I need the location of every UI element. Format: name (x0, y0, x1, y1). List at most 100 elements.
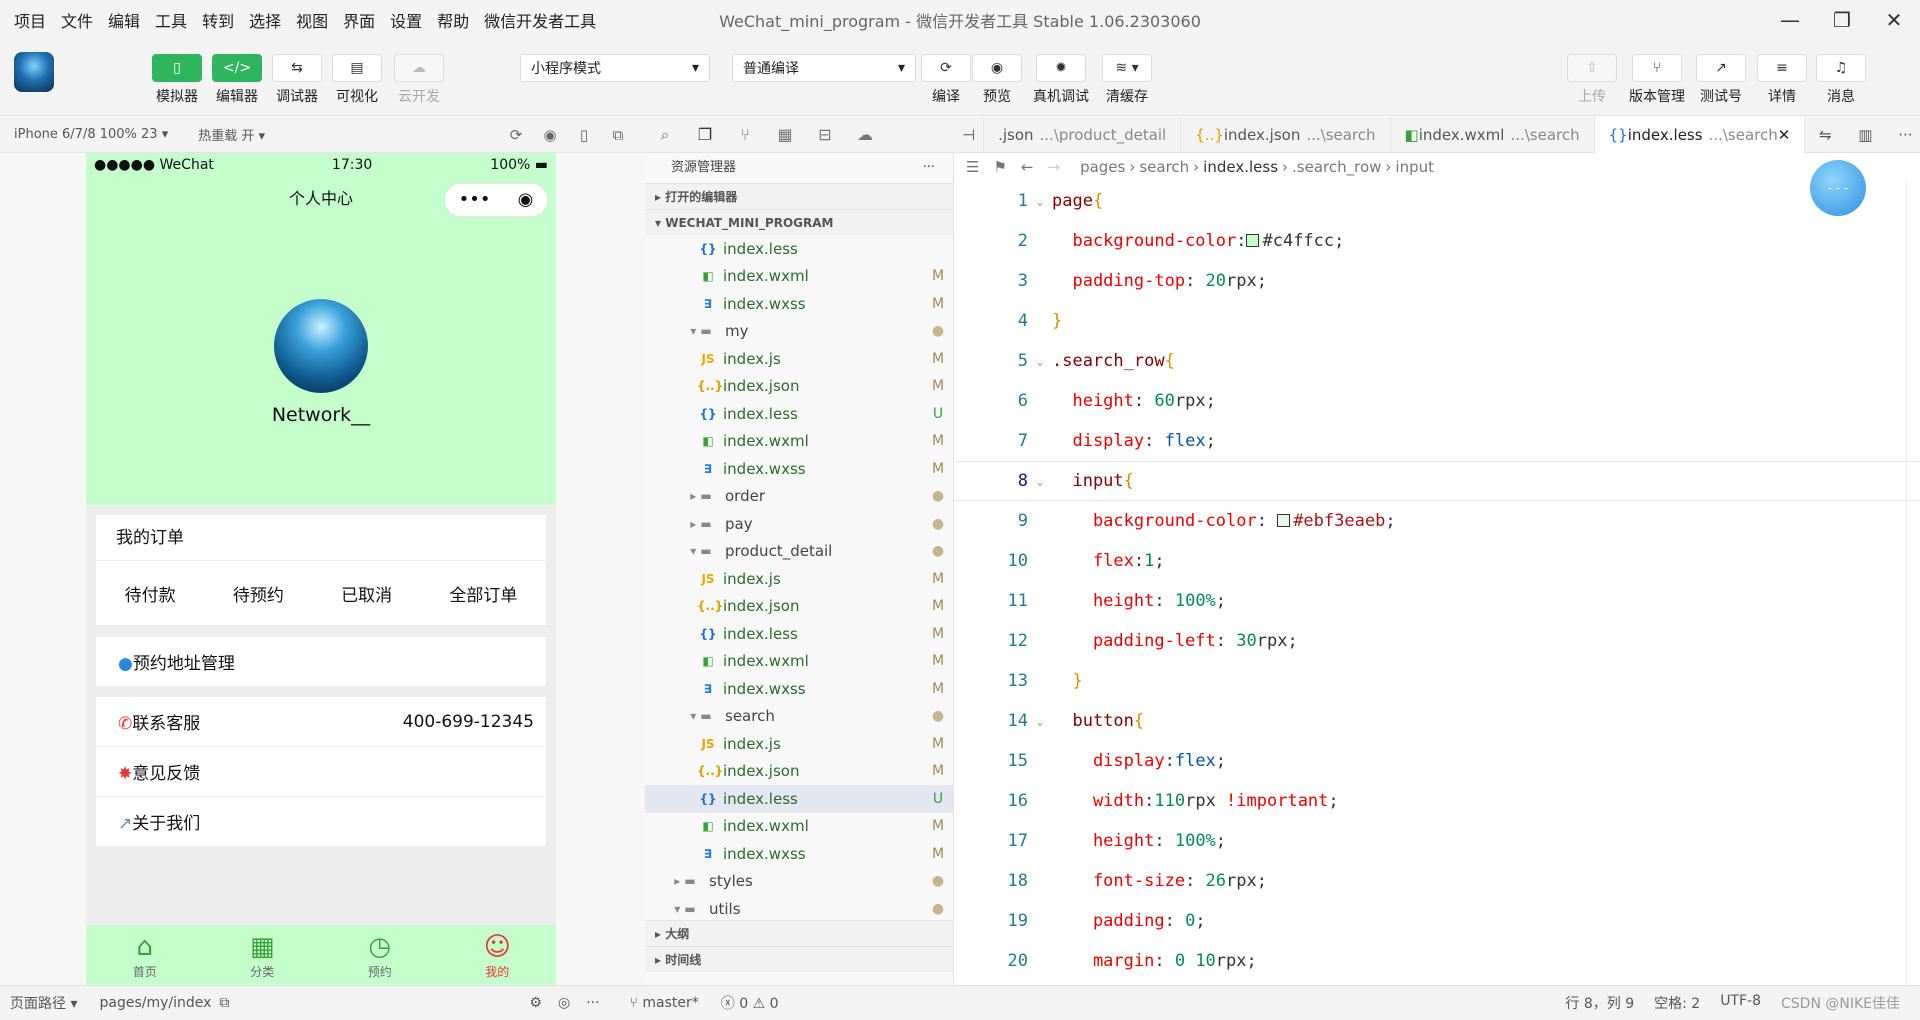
tab-clock[interactable]: ◷ 预约 (340, 931, 420, 980)
capsule-button[interactable]: ••• ◉ (444, 183, 548, 217)
compare-icon[interactable]: ⇋ (1805, 126, 1845, 144)
close-icon[interactable]: ✕ (1868, 0, 1920, 40)
breadcrumb-item[interactable]: input (1395, 158, 1434, 176)
menu-item[interactable]: 转到 (202, 8, 234, 32)
assistant-ball-icon[interactable]: - - - (1810, 160, 1866, 216)
tree-item[interactable]: ∃ index.wxss M (645, 840, 953, 868)
breadcrumb-item[interactable]: .search_row (1292, 158, 1381, 176)
source-control-icon[interactable]: ⑂ (725, 125, 765, 144)
breadcrumb-item[interactable]: search (1139, 158, 1189, 176)
cursor-position[interactable]: 行 8，列 9 (1565, 993, 1634, 1013)
hot-reload-toggle[interactable]: 热重载 开 ▾ (198, 125, 265, 144)
color-swatch[interactable] (1277, 514, 1291, 527)
restore-icon[interactable]: ❐ (1816, 0, 1868, 40)
tree-item[interactable]: {} index.less U (645, 785, 953, 813)
stop-icon[interactable]: ◉ (533, 126, 567, 144)
menu-item[interactable]: 工具 (155, 8, 187, 32)
menu-item[interactable]: 文件 (61, 8, 93, 32)
project-section[interactable]: ▾ WECHAT_MINI_PROGRAM (645, 209, 953, 235)
eye-icon[interactable]: ◎ (558, 995, 570, 1011)
about-item[interactable]: ↗关于我们 (96, 797, 546, 847)
menu-item[interactable]: 帮助 (437, 8, 469, 32)
toolbar-button-phone[interactable]: ▯ 模拟器 (148, 54, 206, 106)
code-editor[interactable]: 1 ⌄ page{2 background-color: #c4ffcc; 3 padd… (954, 181, 1920, 985)
popout-icon[interactable]: ⧉ (601, 126, 635, 144)
tree-item[interactable]: ∃ index.wxss M (645, 675, 953, 703)
debug-icon[interactable]: ⚙ (529, 995, 542, 1011)
menu-item[interactable]: 视图 (296, 8, 328, 32)
toolbar-button-upload[interactable]: ⇧ 上传 (1563, 54, 1621, 106)
toolbar-button-layers[interactable]: ≋ ▾ 清缓存 (1098, 54, 1156, 106)
outline-section[interactable]: ▸ 大纲 (645, 920, 953, 946)
split-editor-icon[interactable]: ▥ (1845, 126, 1885, 144)
menu-item[interactable]: 编辑 (108, 8, 140, 32)
service-item[interactable]: ✆联系客服 400-699-12345 (96, 697, 546, 747)
tree-item[interactable]: ◧ index.wxml M (645, 648, 953, 676)
tree-item[interactable]: ▸ ▬ pay ● (645, 510, 953, 538)
tree-item[interactable]: ▸ ▬ styles ● (645, 868, 953, 896)
toolbar-button-debug[interactable]: ⇆ 调试器 (268, 54, 326, 106)
back-icon[interactable]: ← (1021, 158, 1034, 176)
breadcrumb-item[interactable]: pages (1080, 158, 1125, 176)
toolbar-button-refresh[interactable]: ⟳ 编译 (917, 54, 975, 106)
tree-item[interactable]: JS index.js M (645, 345, 953, 373)
editor-tab[interactable]: ◧ index.wxml ...\search (1391, 116, 1595, 153)
scrollbar[interactable] (1906, 181, 1920, 985)
docker-icon[interactable]: ☁ (845, 125, 885, 144)
tree-item[interactable]: ∃ index.wxss M (645, 455, 953, 483)
open-editors-section[interactable]: ▸ 打开的编辑器 (645, 183, 953, 209)
tab-person[interactable]: ☺ 我的 (457, 931, 537, 980)
minimize-icon[interactable]: — (1764, 0, 1816, 40)
more-actions-icon[interactable]: ··· (923, 153, 935, 183)
toolbar-button-layout[interactable]: ▤ 可视化 (328, 54, 386, 106)
split-left-icon[interactable]: ⊣ (954, 116, 985, 153)
toolbar-button-bell[interactable]: ♫ 消息 (1812, 54, 1870, 106)
tree-item[interactable]: JS index.js M (645, 730, 953, 758)
extensions-icon[interactable]: ▦ (765, 125, 805, 144)
tree-item[interactable]: ▾ ▬ search ● (645, 703, 953, 731)
toolbar-button-branch[interactable]: ⑂ 版本管理 (1628, 54, 1686, 106)
device-select[interactable]: iPhone 6/7/8 100% 23 ▾ (14, 127, 168, 142)
tree-item[interactable]: {} index.less U (645, 400, 953, 428)
timeline-section[interactable]: ▸ 时间线 (645, 946, 953, 972)
tree-item[interactable]: {..} index.json M (645, 758, 953, 786)
menu-item[interactable]: 界面 (343, 8, 375, 32)
address-item[interactable]: ●预约地址管理 (96, 637, 546, 687)
list-icon[interactable]: ☰ (966, 158, 979, 176)
files-icon[interactable]: ❐ (685, 125, 725, 144)
avatar[interactable] (274, 299, 368, 393)
compile-select[interactable]: 普通编译 ▾ (732, 54, 916, 82)
toolbar-button-menu[interactable]: ≡ 详情 (1753, 54, 1811, 106)
search-icon[interactable]: ⌕ (645, 125, 685, 145)
tree-item[interactable]: {} index.less M (645, 620, 953, 648)
tree-item[interactable]: ◧ index.wxml M (645, 813, 953, 841)
toolbar-button-code[interactable]: </> 编辑器 (208, 54, 266, 106)
mode-select[interactable]: 小程序模式 ▾ (520, 54, 710, 82)
copy-icon[interactable]: ⧉ (219, 995, 229, 1011)
order-tab[interactable]: 全部订单 (449, 581, 517, 606)
tab-grid[interactable]: ▦ 分类 (222, 931, 302, 980)
toolbar-button-eye[interactable]: ◉ 预览 (968, 54, 1026, 106)
tree-item[interactable]: {..} index.json M (645, 373, 953, 401)
branch-indicator[interactable]: ⑂ master* (630, 995, 699, 1011)
toolbar-button-external-link[interactable]: ↗ 测试号 (1692, 54, 1750, 106)
fold-chevron-icon[interactable]: ⌄ (1028, 715, 1052, 728)
tree-item[interactable]: {..} index.json M (645, 593, 953, 621)
toolbar-button-cloud[interactable]: ☁ 云开发 (390, 54, 448, 106)
order-tab[interactable]: 待预约 (233, 581, 284, 606)
editor-tab[interactable]: .json ...\product_detail (984, 116, 1182, 153)
reload-icon[interactable]: ⟳ (499, 126, 533, 144)
more-icon[interactable]: ••• (459, 178, 491, 222)
fold-chevron-icon[interactable]: ⌄ (1028, 355, 1052, 368)
menu-item[interactable]: 微信开发者工具 (484, 8, 596, 32)
feedback-item[interactable]: ✸意见反馈 (96, 747, 546, 797)
encoding[interactable]: UTF-8 (1720, 993, 1761, 1013)
order-tab[interactable]: 待付款 (125, 581, 176, 606)
close-tab-icon[interactable]: ✕ (1778, 126, 1791, 144)
indentation[interactable]: 空格: 2 (1654, 993, 1700, 1013)
toolbar-button-bug[interactable]: ✹ 真机调试 (1032, 54, 1090, 106)
fold-chevron-icon[interactable]: ⌄ (1028, 475, 1052, 488)
tab-home[interactable]: ⌂ 首页 (105, 931, 185, 980)
more-icon[interactable]: ··· (586, 995, 599, 1011)
tree-item[interactable]: {} index.less (645, 235, 953, 263)
